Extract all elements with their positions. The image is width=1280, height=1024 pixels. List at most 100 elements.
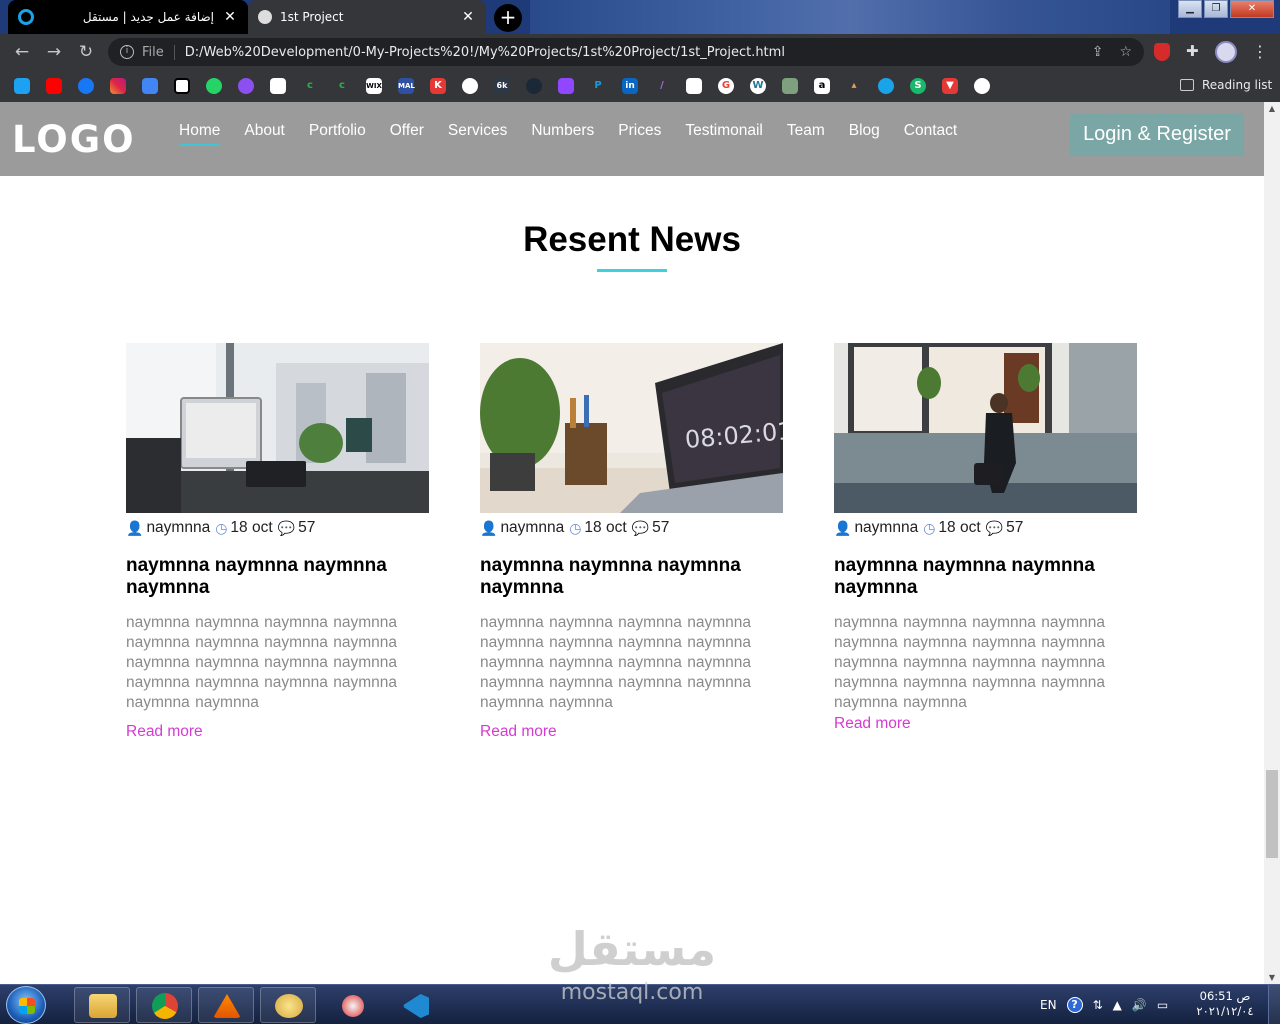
reading-list[interactable]: Reading list — [1180, 78, 1272, 92]
menu-kebab-icon[interactable]: ⋮ — [1252, 42, 1268, 61]
nav-blog[interactable]: Blog — [849, 122, 880, 146]
nav-about[interactable]: About — [244, 122, 285, 146]
globe-icon — [258, 10, 272, 24]
address-bar[interactable]: i File D:/Web%20Development/0-My-Project… — [108, 38, 1144, 66]
read-more-link[interactable]: Read more — [480, 723, 557, 741]
section-title: Resent News — [523, 220, 741, 259]
card-title[interactable]: naymnna naymnna naymnna naymnna — [834, 555, 1137, 599]
nav-offer[interactable]: Offer — [390, 122, 424, 146]
post-comments: 57 — [298, 519, 316, 536]
linkedin-icon[interactable]: in — [622, 78, 638, 94]
extension-adblock-icon[interactable] — [1154, 43, 1170, 61]
forward-button[interactable]: → — [44, 42, 64, 62]
instagram-icon[interactable] — [110, 78, 126, 94]
nav-numbers[interactable]: Numbers — [531, 122, 594, 146]
paypal-icon[interactable]: P — [590, 78, 606, 94]
minimize-button[interactable]: ▁ — [1178, 0, 1202, 18]
nav-contact[interactable]: Contact — [904, 122, 957, 146]
login-register-button[interactable]: Login & Register — [1070, 113, 1244, 156]
post-comments: 57 — [652, 519, 670, 536]
tab-1st-project[interactable]: 1st Project ✕ — [248, 0, 486, 34]
comments-icon: 💬 — [631, 519, 650, 536]
read-more-link[interactable]: Read more — [834, 715, 911, 733]
show-desktop-button[interactable] — [1268, 985, 1280, 1024]
site-header: LOGO Home About Portfolio Offer Services… — [0, 102, 1264, 176]
post-meta: 👤 naymnna ◷ 18 oct 💬 57 — [126, 519, 429, 537]
browser-toolbar: ← → ↻ i File D:/Web%20Development/0-My-P… — [0, 34, 1280, 70]
scroll-up-arrow-icon[interactable]: ▲ — [1264, 104, 1280, 113]
clock-icon: ◷ — [923, 519, 936, 536]
back-button[interactable]: ← — [12, 42, 32, 62]
twitch-icon[interactable] — [558, 78, 574, 94]
globe-icon[interactable] — [974, 78, 990, 94]
tab-mostaql[interactable]: إضافة عمل جديد | مستقل ✕ — [8, 0, 248, 34]
nav-prices[interactable]: Prices — [618, 122, 661, 146]
feather-icon[interactable]: / — [654, 78, 670, 94]
card-title[interactable]: naymnna naymnna naymnna naymnna — [126, 555, 429, 599]
mostaql-favicon-icon — [18, 9, 34, 25]
nav-team[interactable]: Team — [787, 122, 825, 146]
scroll-thumb[interactable] — [1266, 770, 1278, 858]
card-title[interactable]: naymnna naymnna naymnna naymnna — [480, 555, 783, 599]
nav-home[interactable]: Home — [179, 122, 221, 146]
k-icon[interactable]: K — [430, 78, 446, 94]
6k-icon[interactable]: 6k — [494, 78, 510, 94]
tab-strip: إضافة عمل جديد | مستقل ✕ 1st Project ✕ +… — [0, 0, 1280, 34]
extensions-puzzle-icon[interactable]: ✚ — [1186, 42, 1199, 60]
wix-icon[interactable]: WIX — [366, 78, 382, 94]
restore-button[interactable]: ❐ — [1204, 0, 1228, 18]
amazon-icon[interactable]: a — [814, 78, 830, 94]
wordpress-icon[interactable]: W — [750, 78, 766, 94]
udemy-icon[interactable] — [238, 78, 254, 94]
post-author: naymnna — [146, 519, 211, 536]
close-tab-icon[interactable]: ✕ — [222, 9, 238, 25]
post-date: 18 oct — [938, 519, 981, 536]
nav-testimonail[interactable]: Testimonail — [685, 122, 763, 146]
card-text: naymnna naymnna naymnna naymnna naymnna … — [126, 614, 397, 711]
main-nav: Home About Portfolio Offer Services Numb… — [179, 122, 981, 146]
close-window-button[interactable]: ✕ — [1230, 0, 1274, 18]
new-tab-button[interactable]: + — [494, 4, 522, 32]
c-icon[interactable]: c — [302, 78, 318, 94]
nav-services[interactable]: Services — [448, 122, 507, 146]
site-logo[interactable]: LOGO — [12, 118, 136, 161]
page-scrollbar[interactable]: ▲ ▼ — [1264, 102, 1280, 984]
scroll-down-arrow-icon[interactable]: ▼ — [1264, 973, 1280, 982]
codepen-icon[interactable] — [174, 78, 190, 94]
share-icon[interactable]: ⇪ — [1092, 44, 1104, 60]
twitter-icon[interactable] — [14, 78, 30, 94]
read-more-link[interactable]: Read more — [126, 723, 203, 741]
profile-avatar[interactable] — [1215, 41, 1237, 63]
post-author: naymnna — [500, 519, 565, 536]
whatsapp-icon[interactable] — [206, 78, 222, 94]
facebook-icon[interactable] — [78, 78, 94, 94]
office-desk-photo — [126, 343, 429, 513]
post-date: 18 oct — [230, 519, 273, 536]
download-icon[interactable]: ▼ — [942, 78, 958, 94]
nav-portfolio[interactable]: Portfolio — [309, 122, 366, 146]
circle-icon[interactable] — [878, 78, 894, 94]
steam-icon[interactable] — [526, 78, 542, 94]
youtube-icon[interactable] — [46, 78, 62, 94]
google-icon[interactable]: G — [718, 78, 734, 94]
window-controls: ▁ ❐ ✕ — [1178, 0, 1274, 18]
mostaql-watermark: مستقل — [0, 924, 1264, 974]
codecademy-icon[interactable] — [270, 78, 286, 94]
translate-icon[interactable] — [142, 78, 158, 94]
url-text[interactable]: D:/Web%20Development/0-My-Projects%20!/M… — [185, 45, 1076, 60]
bookmark-star-icon[interactable]: ☆ — [1119, 44, 1132, 60]
close-tab-icon[interactable]: ✕ — [460, 9, 476, 25]
post-meta: 👤 naymnna ◷ 18 oct 💬 57 — [834, 519, 1137, 537]
info-icon[interactable]: i — [120, 45, 134, 59]
news-card: 👤 naymnna ◷ 18 oct 💬 57 naymnna naymnna … — [126, 343, 429, 741]
reload-button[interactable]: ↻ — [76, 42, 96, 62]
image-icon[interactable] — [782, 78, 798, 94]
news-card: 08:02:01 👤 naymnna ◷ 18 oct 💬 57 naymnna… — [480, 343, 783, 741]
cart-icon[interactable]: ▴ — [846, 78, 862, 94]
c-icon[interactable]: c — [334, 78, 350, 94]
tab-title: إضافة عمل جديد | مستقل — [82, 10, 214, 24]
flipboard-icon[interactable] — [686, 78, 702, 94]
s-icon[interactable]: S — [910, 78, 926, 94]
spy-icon[interactable] — [462, 78, 478, 94]
mal-icon[interactable]: MAL — [398, 78, 415, 94]
